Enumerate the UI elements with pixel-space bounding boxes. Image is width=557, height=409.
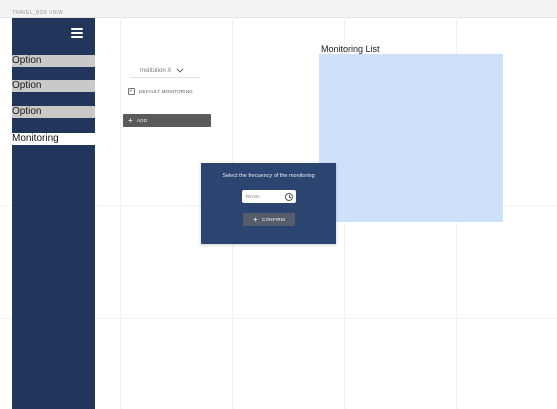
sidebar-item-option-3[interactable]: Option [12, 106, 95, 118]
default-monitoring-checkbox[interactable]: ✓ DEFAULT MONITORING [128, 86, 193, 96]
sidebar-item-monitoring[interactable]: Monitoring [12, 133, 95, 145]
monitoring-list-title: Monitoring List [321, 44, 380, 54]
confirm-button[interactable]: + CONFIRM [243, 213, 295, 226]
check-icon[interactable]: ✓ [128, 87, 135, 95]
add-button-label: ADD [136, 118, 148, 123]
sidebar-item-option-2[interactable]: Option [12, 80, 95, 92]
frequency-prompt: Select the frecuency of the monitoring [222, 173, 315, 179]
monitoring-list-panel [319, 54, 503, 222]
institution-dropdown[interactable]: Institution X [130, 64, 200, 78]
time-input-field[interactable] [242, 190, 296, 203]
plus-icon: + [252, 214, 258, 224]
time-input[interactable] [246, 194, 280, 199]
frequency-popup: Select the frecuency of the monitoring +… [201, 163, 336, 244]
design-canvas: TRAVEL_BOX VIEW Option Option Option Mon… [0, 0, 557, 409]
sidebar: Option Option Option Monitoring [12, 18, 95, 409]
institution-label: Institution X [140, 67, 172, 74]
clock-icon[interactable] [285, 192, 293, 201]
sidebar-item-option-1[interactable]: Option [12, 55, 95, 67]
plus-icon: + [128, 115, 133, 125]
default-monitoring-label: DEFAULT MONITORING [139, 88, 193, 94]
frame-label: TRAVEL_BOX VIEW [12, 10, 64, 16]
hamburger-icon[interactable] [71, 28, 83, 38]
top-bar [0, 0, 557, 18]
confirm-button-label: CONFIRM [261, 217, 286, 222]
chevron-down-icon [176, 65, 184, 73]
add-button[interactable]: + ADD [123, 114, 211, 127]
